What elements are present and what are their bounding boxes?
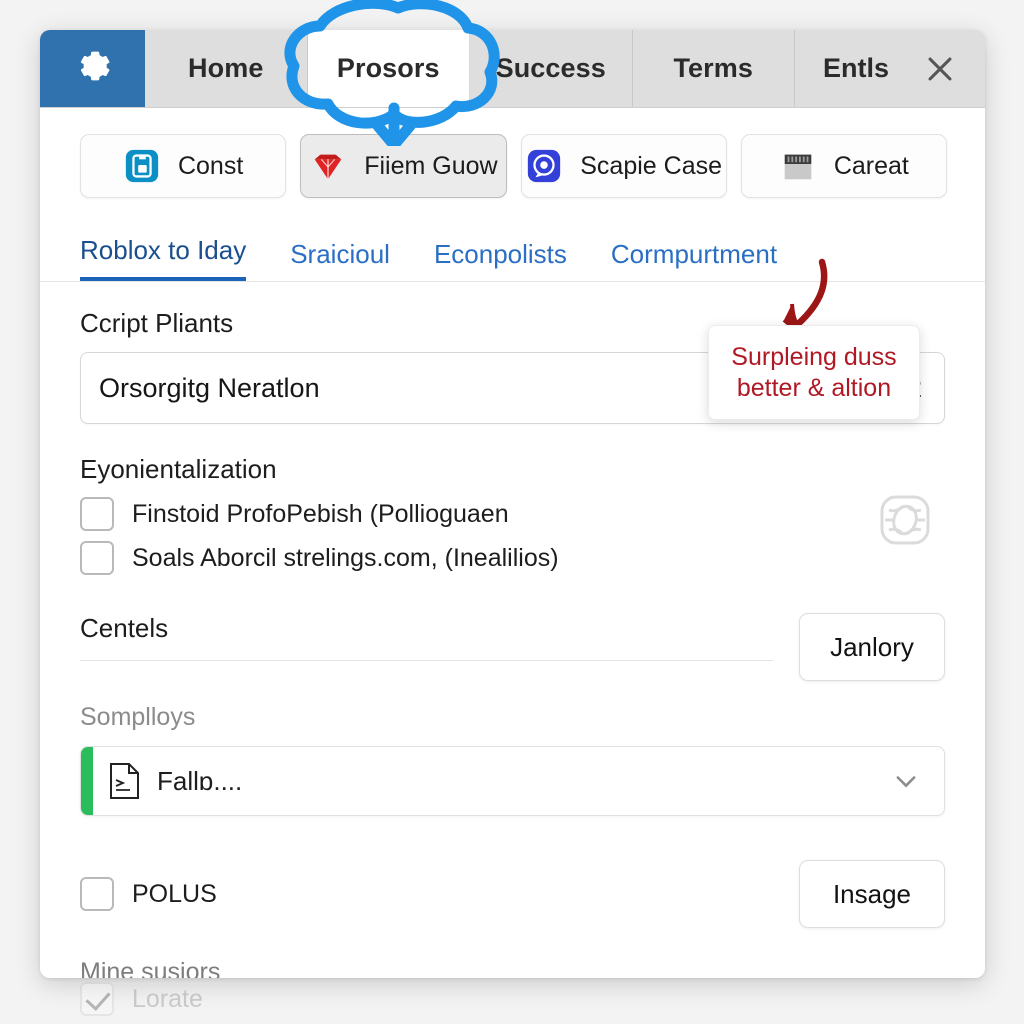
somplloys-label: Somplloys	[80, 703, 196, 731]
tab-prosors-label: Prosors	[336, 53, 440, 83]
subnav-item-roblox-to-iday[interactable]: Roblox to Iday	[80, 235, 247, 281]
centels-label: Centels	[80, 613, 169, 643]
chevron-down-icon[interactable]	[892, 767, 920, 795]
chooser-item-careat-label: Careat	[833, 151, 909, 180]
grey-archive-app-icon	[779, 147, 817, 185]
app-window: Home Prosors Success Terms Entls Const F…	[40, 30, 985, 978]
polus-row: POLUS Insage	[80, 860, 945, 928]
tab-prosors[interactable]: Prosors	[307, 30, 470, 107]
chooser-item-scapie-case-label: Scapie Case	[580, 151, 722, 180]
app-chooser-row: Const Fiiem Guow Scapie Case Careat	[40, 108, 985, 220]
red-callout-tooltip: Surpleing duss better & altion	[708, 325, 920, 420]
tab-home[interactable]: Home	[145, 30, 308, 107]
gear-icon	[70, 43, 116, 94]
somplloys-select[interactable]: Fallɒ....	[80, 746, 945, 816]
tab-entls-label: Entls	[822, 53, 889, 83]
subnav-item-econpolists-label: Econpolists	[433, 239, 567, 269]
tooltip-line-1: Surpleing duss	[731, 343, 897, 371]
tab-success[interactable]: Success	[470, 30, 633, 107]
centels-divider	[80, 660, 773, 661]
tooltip-line-2: better & altion	[736, 373, 892, 402]
polus-label: POLUS	[132, 879, 217, 908]
subnav-item-econpolists[interactable]: Econpolists	[434, 239, 567, 281]
mine-susiors-label: Mine susiors	[80, 958, 221, 978]
insage-button[interactable]: Insage	[799, 860, 945, 928]
polus-left[interactable]: POLUS	[80, 877, 217, 911]
sub-navigation: Roblox to Iday Sraicioul Econpolists Cor…	[40, 220, 985, 282]
abstract-sphere-icon	[877, 492, 933, 548]
subnav-item-sraicioul[interactable]: Sraicioul	[290, 239, 390, 281]
janlory-button-label: Janlory	[830, 631, 914, 662]
janlory-button[interactable]: Janlory	[799, 613, 945, 681]
overflow-row-checkbox[interactable]	[80, 982, 114, 1016]
orientation-option-1[interactable]: Finstoid ProfoPebish (Pollioguaen	[80, 493, 945, 535]
overflow-row-lorate[interactable]: Lorate	[80, 982, 203, 1016]
tab-home-label: Home	[188, 53, 264, 83]
orientation-option-1-checkbox[interactable]	[80, 497, 114, 531]
chooser-item-const-label: Const	[177, 151, 244, 180]
screenshot-root: Home Prosors Success Terms Entls Const F…	[0, 0, 1024, 1024]
script-pliants-value: Orsorgitg Neratlon	[99, 372, 320, 403]
orientation-option-2-checkbox[interactable]	[80, 541, 114, 575]
chooser-item-const[interactable]: Const	[80, 134, 287, 198]
select-accent-bar	[81, 747, 93, 815]
subnav-item-roblox-to-iday-label: Roblox to Iday	[80, 235, 247, 265]
tab-entls[interactable]: Entls	[795, 30, 985, 107]
tab-terms-label: Terms	[673, 53, 754, 83]
document-script-icon	[107, 762, 141, 800]
chooser-item-fiiem-guow[interactable]: Fiiem Guow	[300, 134, 507, 198]
orientation-option-2-label: Soals Aborcil strelings.com, (Inealilios…	[132, 543, 559, 572]
centels-left: Centels	[80, 613, 799, 661]
polus-checkbox[interactable]	[80, 877, 114, 911]
orientation-label: Eyonientalization	[80, 454, 277, 484]
overflow-row-label: Lorate	[132, 984, 203, 1013]
chooser-item-careat[interactable]: Careat	[740, 134, 947, 198]
gear-tab-button[interactable]	[40, 30, 145, 107]
tab-bar: Home Prosors Success Terms Entls	[40, 30, 985, 108]
tab-success-label: Success	[495, 53, 606, 83]
clipboard-app-icon	[123, 147, 161, 185]
blue-chat-app-icon	[525, 147, 563, 185]
red-diamond-app-icon	[309, 147, 347, 185]
subnav-item-cormpurtment[interactable]: Cormpurtment	[611, 239, 777, 281]
orientation-option-1-label: Finstoid ProfoPebish (Pollioguaen	[132, 499, 509, 528]
chooser-item-fiiem-guow-label: Fiiem Guow	[364, 151, 498, 180]
subnav-item-cormpurtment-label: Cormpurtment	[610, 239, 778, 269]
chooser-item-scapie-case[interactable]: Scapie Case	[520, 134, 727, 198]
centels-row: Centels Janlory	[80, 613, 945, 681]
subnav-item-sraicioul-label: Sraicioul	[290, 239, 390, 269]
tab-terms[interactable]: Terms	[632, 30, 795, 107]
somplloys-select-value: Fallɒ....	[157, 765, 243, 796]
orientation-option-2[interactable]: Soals Aborcil strelings.com, (Inealilios…	[80, 537, 945, 579]
insage-button-label: Insage	[832, 878, 912, 909]
close-icon[interactable]	[923, 52, 957, 86]
